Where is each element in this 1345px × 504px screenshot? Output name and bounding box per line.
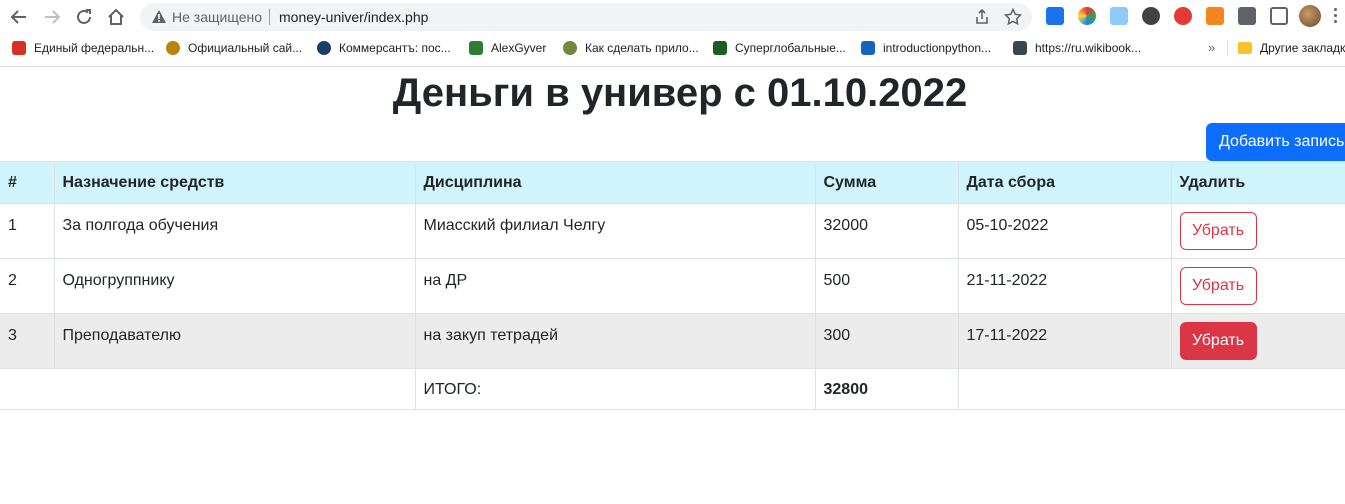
table-row: 2 Одногруппнику на ДР 500 21-11-2022 Убр… bbox=[0, 258, 1345, 314]
cell-sum: 300 bbox=[815, 313, 959, 369]
other-bookmarks-folder[interactable]: Другие закладки bbox=[1238, 39, 1345, 57]
home-icon[interactable] bbox=[104, 5, 128, 29]
empty-cell bbox=[958, 368, 1345, 410]
side-panel-icon[interactable] bbox=[1270, 7, 1288, 25]
bookmark-item[interactable]: AlexGyver bbox=[469, 39, 546, 57]
total-value: 32800 bbox=[815, 368, 959, 410]
forward-icon[interactable] bbox=[40, 5, 64, 29]
empty-cell bbox=[0, 368, 416, 410]
bitwarden-extension-icon[interactable] bbox=[1046, 7, 1064, 25]
metamask-extension-icon[interactable] bbox=[1206, 7, 1224, 25]
bookmark-item[interactable]: Суперглобальные... bbox=[713, 39, 846, 57]
remove-button[interactable]: Убрать bbox=[1179, 267, 1257, 305]
bookmark-favicon-icon bbox=[12, 41, 26, 55]
cell-sum: 32000 bbox=[815, 203, 959, 259]
bookmark-item[interactable]: Официальный сай... bbox=[166, 39, 302, 57]
bookmark-favicon-icon bbox=[563, 41, 577, 55]
bookmark-favicon-icon bbox=[317, 41, 331, 55]
table-header-row: # Назначение средств Дисциплина Сумма Да… bbox=[0, 161, 1345, 204]
bookmark-favicon-icon bbox=[1013, 41, 1027, 55]
kebab-menu-icon[interactable] bbox=[1334, 8, 1338, 26]
cell-delete: Убрать bbox=[1171, 258, 1345, 314]
cell-purpose: За полгода обучения bbox=[54, 203, 416, 259]
url-text[interactable]: money-univer/index.php bbox=[279, 9, 428, 25]
cell-number: 1 bbox=[0, 203, 55, 259]
reload-icon[interactable] bbox=[72, 5, 96, 29]
column-header-sum: Сумма bbox=[815, 161, 959, 204]
other-bookmarks-label: Другие закладки bbox=[1260, 41, 1345, 55]
bookmark-label: https://ru.wikibook... bbox=[1035, 41, 1142, 55]
profile-avatar[interactable] bbox=[1299, 5, 1321, 27]
ninja-extension-icon[interactable] bbox=[1142, 7, 1160, 25]
divider bbox=[269, 9, 270, 25]
bookmark-item[interactable]: Как сделать прило... bbox=[563, 39, 699, 57]
folder-icon bbox=[1238, 42, 1252, 54]
table-row: 1 За полгода обучения Миасский филиал Че… bbox=[0, 203, 1345, 259]
column-header-number: # bbox=[0, 161, 55, 204]
divider bbox=[1227, 40, 1228, 56]
colorful-extension-icon[interactable] bbox=[1078, 7, 1096, 25]
money-table: # Назначение средств Дисциплина Сумма Да… bbox=[0, 161, 1345, 410]
bookmark-favicon-icon bbox=[469, 41, 483, 55]
cell-delete: Убрать bbox=[1171, 203, 1345, 259]
add-record-button[interactable]: Добавить запись bbox=[1206, 123, 1345, 161]
bookmark-label: introductionpython... bbox=[883, 41, 992, 55]
page-content: Деньги в универ с 01.10.2022 Добавить за… bbox=[0, 67, 1345, 504]
cell-date: 21-11-2022 bbox=[958, 258, 1172, 314]
bookmark-favicon-icon bbox=[861, 41, 875, 55]
bookmark-item[interactable]: https://ru.wikibook... bbox=[1013, 39, 1141, 57]
bookmarks-bar: Единый федеральн... Официальный сай... К… bbox=[0, 34, 1345, 62]
bookmark-label: Как сделать прило... bbox=[585, 41, 699, 55]
cell-number: 3 bbox=[0, 313, 55, 369]
bookmark-star-icon[interactable] bbox=[1003, 7, 1023, 31]
table-row: 3 Преподавателю на закуп тетрадей 300 17… bbox=[0, 313, 1345, 369]
translate-extension-icon[interactable] bbox=[1110, 7, 1128, 25]
bookmark-favicon-icon bbox=[166, 41, 180, 55]
warning-icon[interactable] bbox=[152, 10, 166, 28]
extensions-puzzle-icon[interactable] bbox=[1238, 7, 1256, 25]
browser-toolbar: Не защищено money-univer/index.php bbox=[0, 0, 1345, 34]
bookmark-label: Единый федеральн... bbox=[34, 41, 155, 55]
cell-purpose: Одногруппнику bbox=[54, 258, 416, 314]
bookmark-item[interactable]: Коммерсантъ: пос... bbox=[317, 39, 451, 57]
cell-discipline: на ДР bbox=[415, 258, 816, 314]
bookmark-label: Коммерсантъ: пос... bbox=[339, 41, 451, 55]
address-bar[interactable]: Не защищено money-univer/index.php bbox=[140, 3, 1032, 31]
bookmark-favicon-icon bbox=[713, 41, 727, 55]
security-label[interactable]: Не защищено bbox=[172, 9, 262, 25]
cell-purpose: Преподавателю bbox=[54, 313, 416, 369]
bookmark-label: AlexGyver bbox=[491, 41, 547, 55]
cell-delete: Убрать bbox=[1171, 313, 1345, 369]
bookmark-label: Суперглобальные... bbox=[735, 41, 846, 55]
remove-button[interactable]: Убрать bbox=[1179, 322, 1257, 360]
bookmark-label: Официальный сай... bbox=[188, 41, 303, 55]
share-icon[interactable] bbox=[974, 8, 990, 30]
page-title: Деньги в универ с 01.10.2022 bbox=[392, 71, 968, 115]
cell-sum: 500 bbox=[815, 258, 959, 314]
bookmark-item[interactable]: Единый федеральн... bbox=[12, 39, 154, 57]
total-label: ИТОГО: bbox=[415, 368, 816, 410]
cell-date: 17-11-2022 bbox=[958, 313, 1172, 369]
cell-date: 05-10-2022 bbox=[958, 203, 1172, 259]
bookmark-item[interactable]: introductionpython... bbox=[861, 39, 991, 57]
remove-button[interactable]: Убрать bbox=[1179, 212, 1257, 250]
cell-discipline: Миасский филиал Челгу bbox=[415, 203, 816, 259]
back-icon[interactable] bbox=[7, 5, 31, 29]
more-bookmarks-chevron[interactable]: » bbox=[1208, 40, 1215, 55]
column-header-purpose: Назначение средств bbox=[54, 161, 416, 204]
cell-discipline: на закуп тетрадей bbox=[415, 313, 816, 369]
column-header-delete: Удалить bbox=[1171, 161, 1345, 204]
column-header-discipline: Дисциплина bbox=[415, 161, 816, 204]
cell-number: 2 bbox=[0, 258, 55, 314]
total-row: ИТОГО: 32800 bbox=[0, 368, 1345, 410]
column-header-date: Дата сбора bbox=[958, 161, 1172, 204]
opera-vpn-extension-icon[interactable] bbox=[1174, 7, 1192, 25]
